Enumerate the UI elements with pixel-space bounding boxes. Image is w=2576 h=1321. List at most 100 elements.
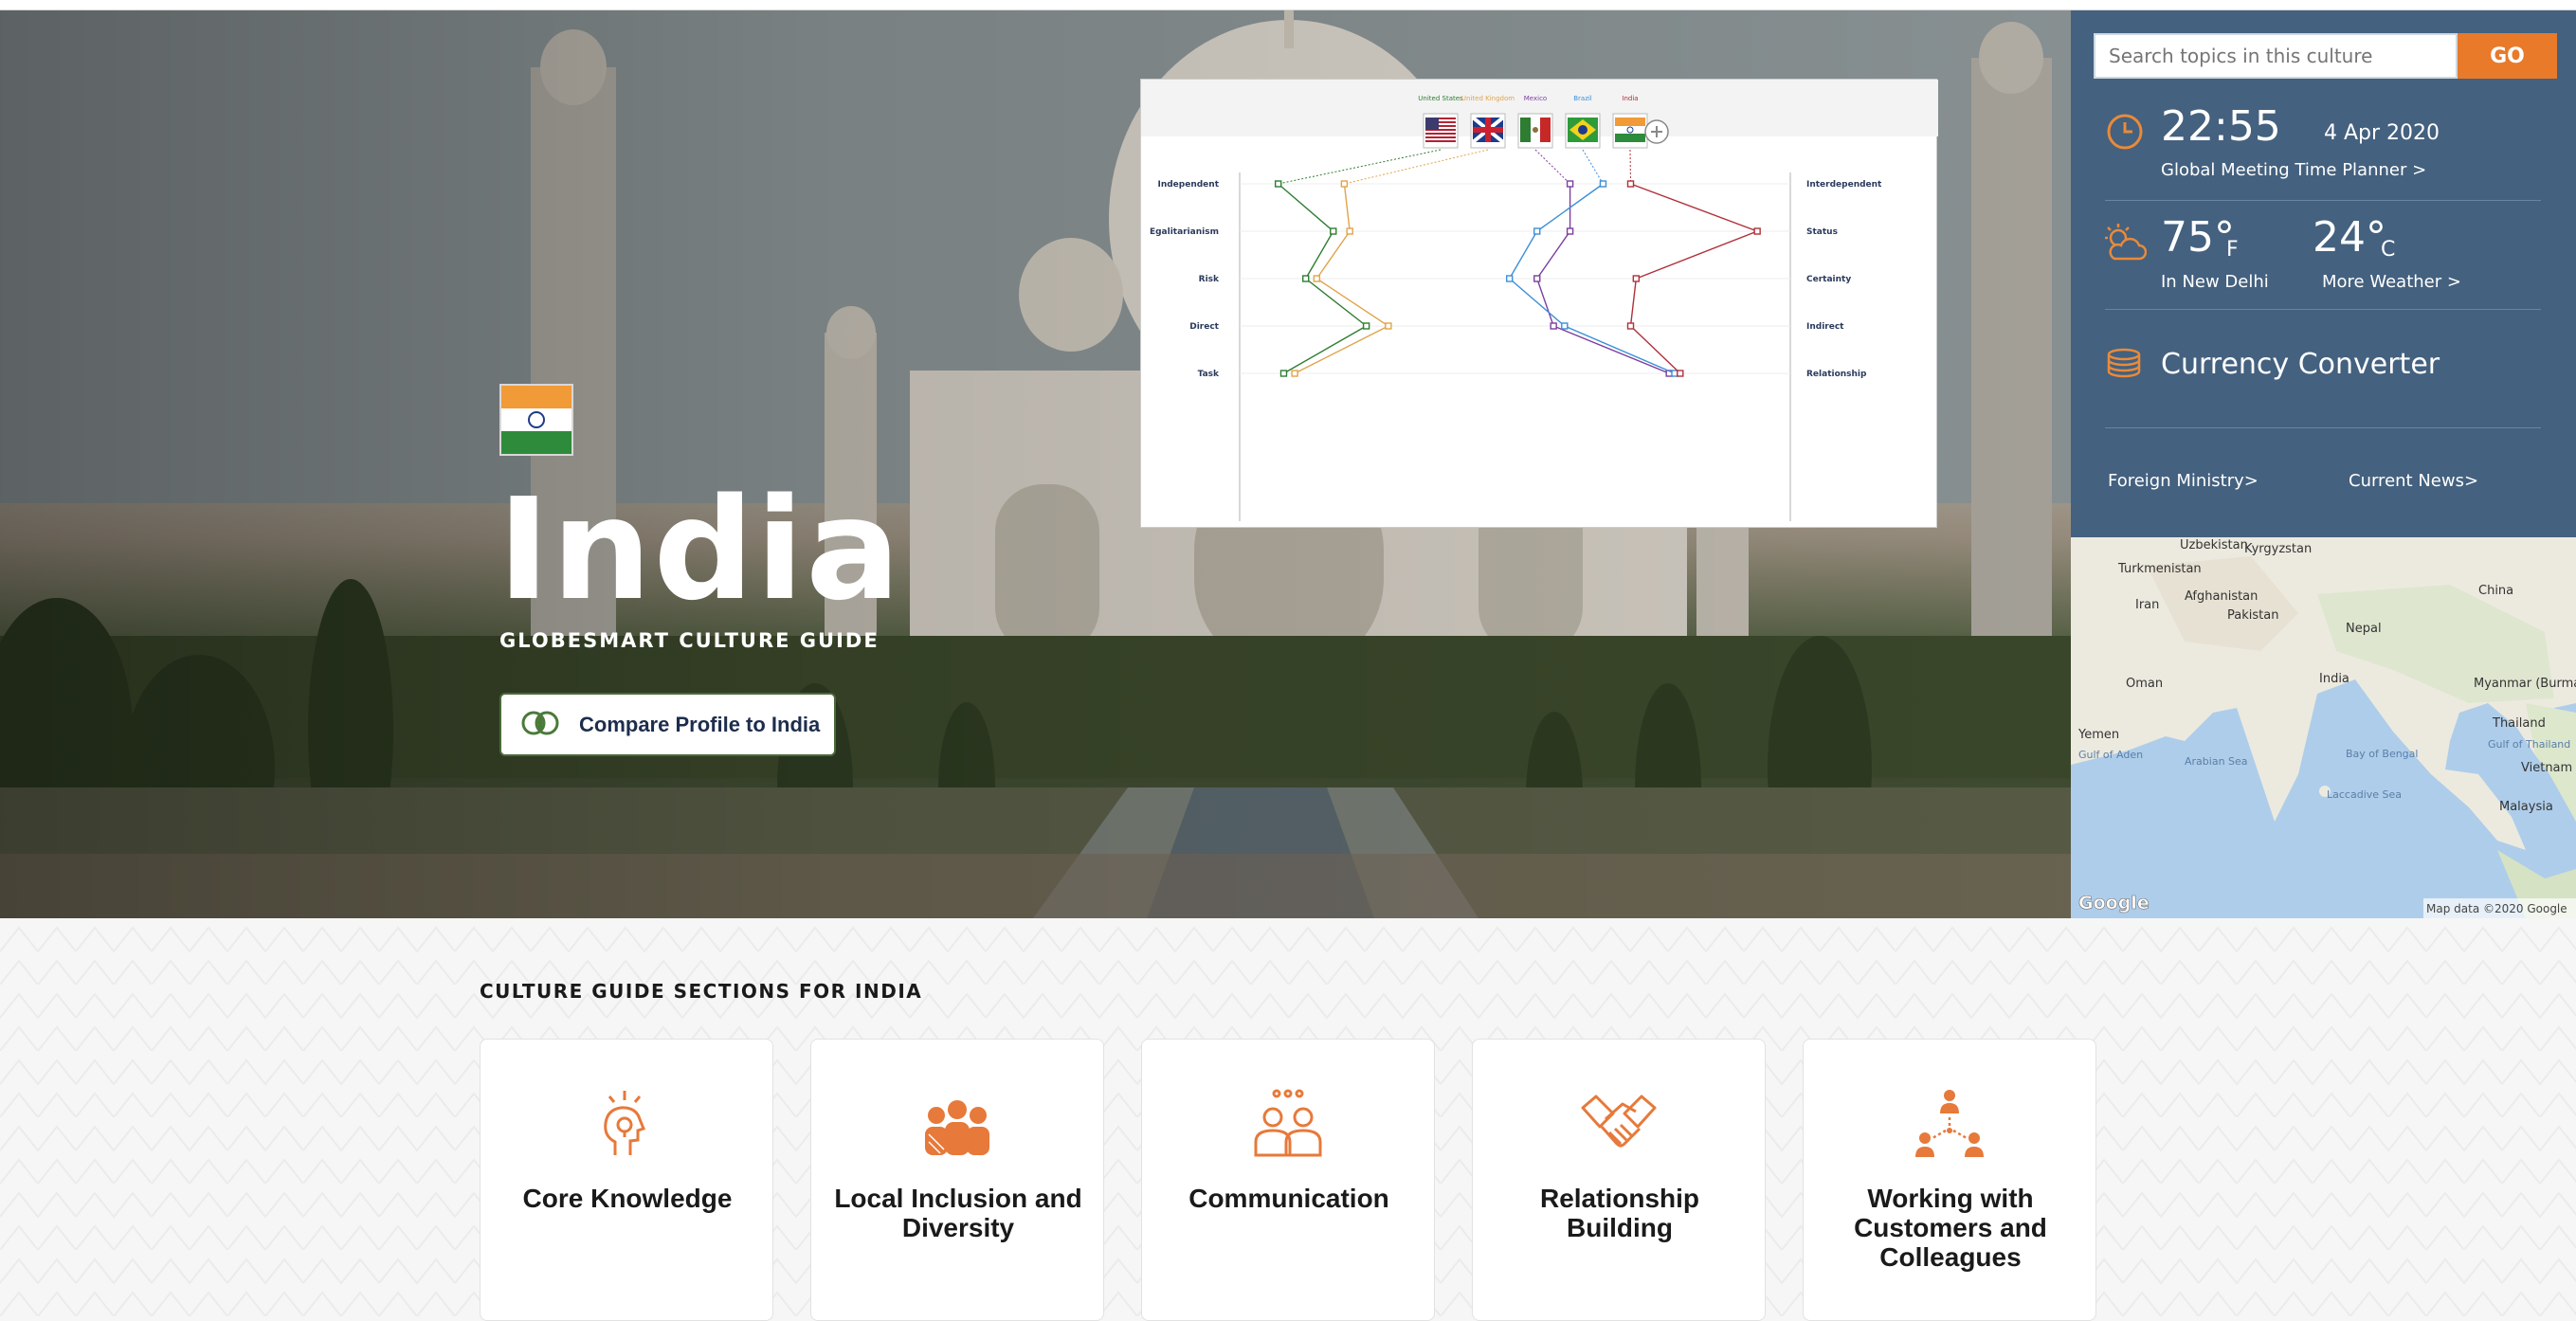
group-talk-icon <box>1142 1089 1434 1165</box>
right-dimension-label: Relationship <box>1806 370 1867 379</box>
series-connector <box>1629 149 1632 185</box>
currency-converter-link[interactable]: Currency Converter <box>2105 344 2541 391</box>
map-label: Gulf of Aden <box>2078 749 2143 761</box>
map-label: China <box>2478 584 2513 598</box>
map-label: Thailand <box>2492 716 2546 731</box>
culture-compare-chart: Independent Egalitarianism Risk Direct Task … <box>1140 79 1938 528</box>
series-point <box>1346 227 1353 235</box>
right-dimension-label: Certainty <box>1806 275 1851 284</box>
series-point <box>1566 227 1574 235</box>
right-dimension-label: Status <box>1806 227 1838 237</box>
series-point <box>1677 370 1684 377</box>
more-weather-link[interactable]: More Weather > <box>2322 272 2461 292</box>
left-dimension-label: Egalitarianism <box>1150 227 1219 237</box>
divider <box>2105 427 2541 428</box>
card-label: Relationship Building <box>1539 1184 1699 1242</box>
series-point <box>1291 370 1298 377</box>
card-label: Core Knowledge <box>522 1184 733 1213</box>
map-label: Afghanistan <box>2185 589 2258 604</box>
map-label: Arabian Sea <box>2185 755 2248 768</box>
map-attribution: Map data ©2020 Google <box>2426 902 2567 915</box>
meeting-planner-link[interactable]: Global Meeting Time Planner > <box>2161 160 2426 180</box>
section-card-communication[interactable]: Communication <box>1141 1039 1435 1321</box>
country-map[interactable]: Uzbekistan Kyrgyzstan Turkmenistan Afghanis… <box>2071 537 2576 918</box>
series-point <box>1561 322 1569 330</box>
series-point <box>1385 322 1392 330</box>
right-dimension-label: Interdependent <box>1806 180 1882 190</box>
map-label: Uzbekistan <box>2180 538 2248 552</box>
section-card-local-inclusion[interactable]: Local Inclusion and Diversity <box>810 1039 1104 1321</box>
current-news-link[interactable]: Current News> <box>2349 471 2478 491</box>
map-label: Myanmar (Burma) <box>2474 677 2576 691</box>
card-label: Local Inclusion and Diversity <box>834 1184 1082 1242</box>
weather-row: 75° F 24° C In New Delhi More Weather > <box>2105 213 2541 302</box>
section-card-working-with-customers[interactable]: Working with Customers and Colleagues <box>1803 1039 2096 1321</box>
unit-fahrenheit: F <box>2226 238 2239 262</box>
map-label: Kyrgyzstan <box>2244 542 2312 556</box>
weather-location: In New Delhi <box>2161 272 2269 292</box>
compare-profile-label: Compare Profile to India <box>579 712 821 736</box>
currency-converter-label: Currency Converter <box>2161 348 2440 381</box>
series-point <box>1313 275 1321 282</box>
series-point <box>1566 180 1574 188</box>
network-people-icon <box>1804 1089 2095 1165</box>
map-label: Iran <box>2135 598 2159 612</box>
sections-title: CULTURE GUIDE SECTIONS FOR INDIA <box>480 980 923 1003</box>
map-label: Nepal <box>2346 622 2382 636</box>
compare-icon <box>520 710 560 740</box>
series-connector <box>1582 149 1604 185</box>
map-label: Turkmenistan <box>2117 562 2202 576</box>
series-point <box>1274 180 1282 188</box>
series-connector <box>1534 149 1570 185</box>
series-point <box>1505 275 1514 282</box>
temp-celsius: 24° <box>2313 213 2386 262</box>
series-connector <box>1344 149 1489 185</box>
series-point <box>1632 275 1641 282</box>
search-input[interactable] <box>2094 33 2458 79</box>
add-country-icon[interactable] <box>1644 119 1669 144</box>
top-bar <box>0 0 2576 10</box>
local-time: 22:55 <box>2161 102 2281 151</box>
series-point <box>1279 370 1288 377</box>
map-label: Malaysia <box>2499 800 2553 814</box>
left-dimension-label: Direct <box>1189 322 1219 332</box>
compare-profile-button[interactable]: Compare Profile to India <box>499 693 836 756</box>
clock-icon <box>2105 112 2145 155</box>
flag-label: United States <box>1418 95 1463 102</box>
map-label: India <box>2319 672 2349 686</box>
divider <box>2105 200 2541 201</box>
section-card-relationship-building[interactable]: Relationship Building <box>1472 1039 1766 1321</box>
map-label: Gulf of Thailand <box>2488 738 2570 751</box>
unit-celsius: C <box>2381 238 2396 262</box>
search-bar: GO <box>2094 33 2557 79</box>
go-button[interactable]: GO <box>2458 33 2557 79</box>
series-point <box>1626 180 1635 188</box>
flag-label: Mexico <box>1524 95 1547 102</box>
card-label: Communication <box>1188 1184 1389 1213</box>
local-date: 4 Apr 2020 <box>2324 121 2440 145</box>
series-point <box>1753 227 1761 235</box>
foreign-ministry-link[interactable]: Foreign Ministry> <box>2108 471 2259 491</box>
guide-subtitle: GLOBESMART CULTURE GUIDE <box>499 629 880 652</box>
series-point <box>1550 322 1557 330</box>
flag-label: Brazil <box>1573 95 1592 102</box>
left-dimension-label: Task <box>1198 370 1220 379</box>
left-dimension-label: Independent <box>1157 180 1219 190</box>
divider <box>2105 309 2541 310</box>
map-label: Bay of Bengal <box>2346 748 2418 760</box>
india-flag-icon <box>499 384 573 456</box>
flag-label: United Kingdom <box>1461 95 1515 102</box>
head-bulb-icon <box>481 1089 772 1165</box>
coins-icon <box>2105 348 2143 386</box>
series-point <box>1533 275 1541 282</box>
series-point <box>1302 275 1310 282</box>
series-point <box>1340 180 1349 188</box>
series-point <box>1362 322 1370 330</box>
chart-svg: IndependentEgalitarianismRiskDirectTask … <box>1141 80 1938 521</box>
diverse-people-icon <box>811 1089 1103 1165</box>
series-point <box>1671 370 1678 377</box>
series-point <box>1533 227 1541 235</box>
map-label: Oman <box>2126 677 2163 691</box>
section-card-core-knowledge[interactable]: Core Knowledge <box>480 1039 773 1321</box>
series-point <box>1599 180 1607 188</box>
